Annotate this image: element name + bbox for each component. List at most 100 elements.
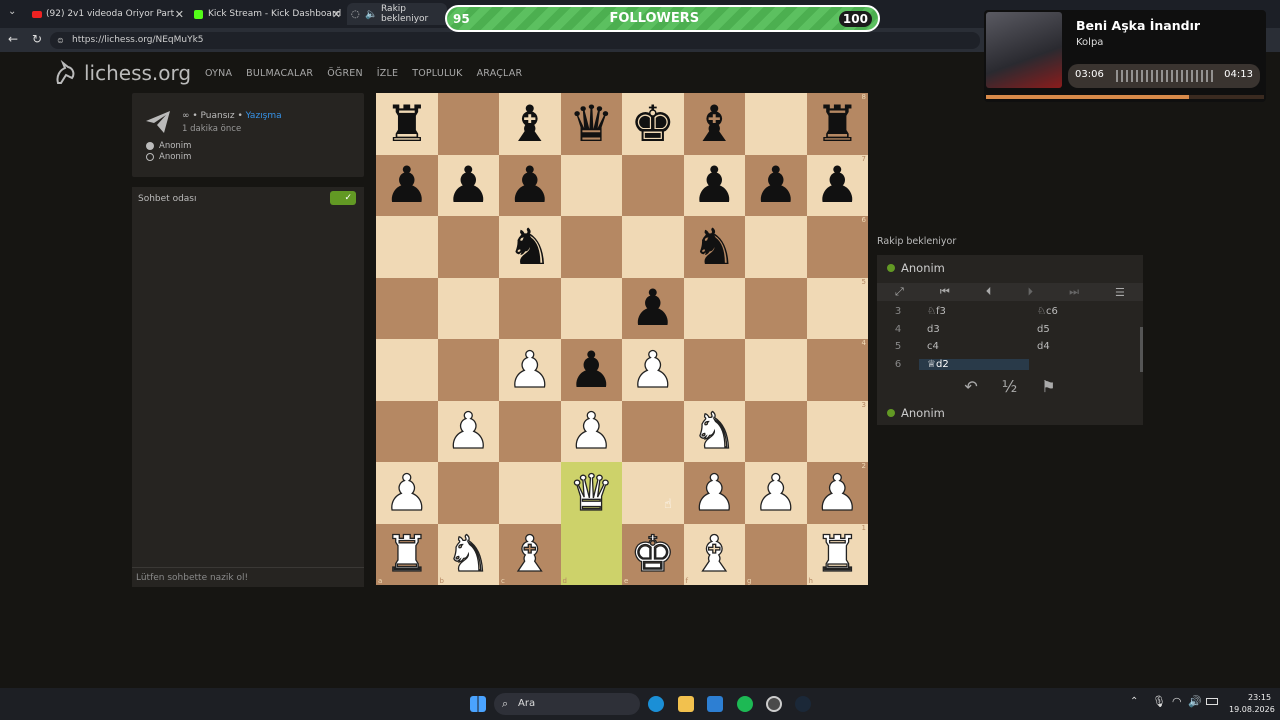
square-a6[interactable] <box>376 216 438 278</box>
square-g8[interactable] <box>745 93 807 155</box>
move-white[interactable]: c4 <box>919 341 1029 352</box>
square-d5[interactable] <box>560 277 622 339</box>
square-d2[interactable]: ♛ <box>560 462 622 524</box>
move-black[interactable]: d5 <box>1029 324 1139 335</box>
white-pawn-piece[interactable]: ♟ <box>568 406 614 457</box>
nav-item-play[interactable]: OYNA <box>205 68 232 79</box>
black-rook-piece[interactable]: ♜ <box>384 99 429 149</box>
chat-toggle[interactable]: ✓ <box>330 191 356 205</box>
square-f3[interactable]: ♞ <box>683 400 745 462</box>
black-pawn-piece[interactable]: ♟ <box>753 160 798 210</box>
menu-icon[interactable]: ☰ <box>1115 286 1125 299</box>
resign-flag-icon[interactable]: ⚑ <box>1041 377 1055 396</box>
move-white[interactable]: ♘f3 <box>919 306 1029 317</box>
square-c6[interactable]: ♞ <box>499 216 561 278</box>
square-f1[interactable]: f ♝ <box>683 523 745 585</box>
square-b7[interactable]: ♟ <box>437 154 499 216</box>
square-h7[interactable]: 7 ♟ <box>806 154 868 216</box>
black-bishop-piece[interactable]: ♝ <box>692 99 737 149</box>
black-knight-piece[interactable]: ♞ <box>692 222 737 272</box>
microphone-icon[interactable]: 🎙 <box>1152 695 1166 708</box>
move-black[interactable]: ♘c6 <box>1029 306 1139 317</box>
chess-board[interactable]: ♜ ♝ ♛ ♚ ♝ 8 ♜ ♟ ♟ ♟ ♟ ♟ 7 ♟ ♞ ♞ 6 ♟ 5 ♟ ♟ ♟ 4 ♟ ♟ ♞ 3 ♟ ♛ ♟ ♟ 2 ♟ a ♜ b ♞ c ♝ d… <box>376 93 868 585</box>
tab-kick[interactable]: Kick Stream - Kick Dashboard ✕ <box>190 3 345 25</box>
square-a5[interactable] <box>376 277 438 339</box>
player-name[interactable]: Anonim <box>159 152 191 162</box>
square-c5[interactable] <box>499 277 561 339</box>
volume-icon[interactable]: 🔊 <box>1188 695 1202 708</box>
clock-time[interactable]: 23:15 <box>1248 693 1271 702</box>
square-d8[interactable]: ♛ <box>560 93 622 155</box>
black-pawn-piece[interactable]: ♟ <box>507 160 552 210</box>
tab-menu-chevron-icon[interactable]: ⌄ <box>8 6 16 17</box>
square-h4[interactable]: 4 <box>806 339 868 401</box>
white-pawn-piece[interactable]: ♟ <box>630 344 676 395</box>
move-black[interactable]: d4 <box>1029 341 1139 352</box>
spotify-icon[interactable] <box>737 696 753 712</box>
black-bishop-piece[interactable]: ♝ <box>507 99 552 149</box>
square-a1[interactable]: a ♜ <box>376 523 438 585</box>
white-queen-piece[interactable]: ♛ <box>568 467 614 518</box>
square-c7[interactable]: ♟ <box>499 154 561 216</box>
square-e8[interactable]: ♚ <box>622 93 684 155</box>
nav-item-watch[interactable]: İZLE <box>377 68 398 79</box>
white-knight-piece[interactable]: ♞ <box>445 529 491 580</box>
square-b5[interactable] <box>437 277 499 339</box>
next-move-icon[interactable]: ⏵ <box>1027 285 1033 299</box>
square-g7[interactable]: ♟ <box>745 154 807 216</box>
square-h5[interactable]: 5 <box>806 277 868 339</box>
square-f4[interactable] <box>683 339 745 401</box>
windows-start-icon[interactable] <box>470 696 486 712</box>
move-list-scrollbar[interactable] <box>1140 327 1143 372</box>
black-pawn-piece[interactable]: ♟ <box>815 160 860 210</box>
square-a8[interactable]: ♜ <box>376 93 438 155</box>
square-h8[interactable]: 8 ♜ <box>806 93 868 155</box>
white-pawn-piece[interactable]: ♟ <box>507 344 553 395</box>
square-e1[interactable]: e ♚ <box>622 523 684 585</box>
square-g3[interactable] <box>745 400 807 462</box>
square-e3[interactable] <box>622 400 684 462</box>
square-d6[interactable] <box>560 216 622 278</box>
white-pawn-piece[interactable]: ♟ <box>814 467 860 518</box>
url-field[interactable]: ⊜ https://lichess.org/NEqMuYk5 <box>50 32 980 49</box>
square-g2[interactable]: ♟ <box>745 462 807 524</box>
close-icon[interactable]: ✕ <box>175 8 184 21</box>
edge-icon[interactable] <box>648 696 664 712</box>
square-e5[interactable]: ♟ <box>622 277 684 339</box>
square-f5[interactable] <box>683 277 745 339</box>
chevron-up-icon[interactable]: ⌃ <box>1130 696 1138 707</box>
move-white[interactable]: d3 <box>919 324 1029 335</box>
black-king-piece[interactable]: ♚ <box>630 99 675 149</box>
chat-input[interactable]: Lütfen sohbette nazik ol! <box>132 567 364 587</box>
white-bishop-piece[interactable]: ♝ <box>691 529 737 580</box>
square-d3[interactable]: ♟ <box>560 400 622 462</box>
white-rook-piece[interactable]: ♜ <box>814 529 860 580</box>
white-knight-piece[interactable]: ♞ <box>691 406 737 457</box>
nav-item-puzzles[interactable]: BULMACALAR <box>246 68 313 79</box>
tab-youtube[interactable]: (92) 2v1 videoda Oriyor Part ✕ <box>28 3 188 25</box>
black-pawn-piece[interactable]: ♟ <box>569 345 614 395</box>
square-c4[interactable]: ♟ <box>499 339 561 401</box>
square-e6[interactable] <box>622 216 684 278</box>
square-a2[interactable]: ♟ <box>376 462 438 524</box>
square-g6[interactable] <box>745 216 807 278</box>
game-mode-link[interactable]: Yazışma <box>246 111 282 121</box>
square-a4[interactable] <box>376 339 438 401</box>
battery-icon[interactable] <box>1206 698 1218 705</box>
site-logo[interactable]: lichess.org <box>52 60 191 86</box>
square-b8[interactable] <box>437 93 499 155</box>
white-pawn-piece[interactable]: ♟ <box>445 406 491 457</box>
last-move-icon[interactable]: ⏭ <box>1069 285 1079 299</box>
square-c1[interactable]: c ♝ <box>499 523 561 585</box>
square-f2[interactable]: ♟ <box>683 462 745 524</box>
square-g1[interactable]: g <box>745 523 807 585</box>
offer-draw-button[interactable]: ½ <box>1002 377 1018 396</box>
white-pawn-piece[interactable]: ♟ <box>691 467 737 518</box>
back-arrow-icon[interactable]: ← <box>8 32 18 46</box>
square-b1[interactable]: b ♞ <box>437 523 499 585</box>
takeback-icon[interactable]: ↶ <box>964 377 977 396</box>
file-explorer-icon[interactable] <box>678 696 694 712</box>
black-pawn-piece[interactable]: ♟ <box>692 160 737 210</box>
black-queen-piece[interactable]: ♛ <box>569 99 614 149</box>
speaker-icon[interactable]: 🔈 <box>365 9 377 20</box>
